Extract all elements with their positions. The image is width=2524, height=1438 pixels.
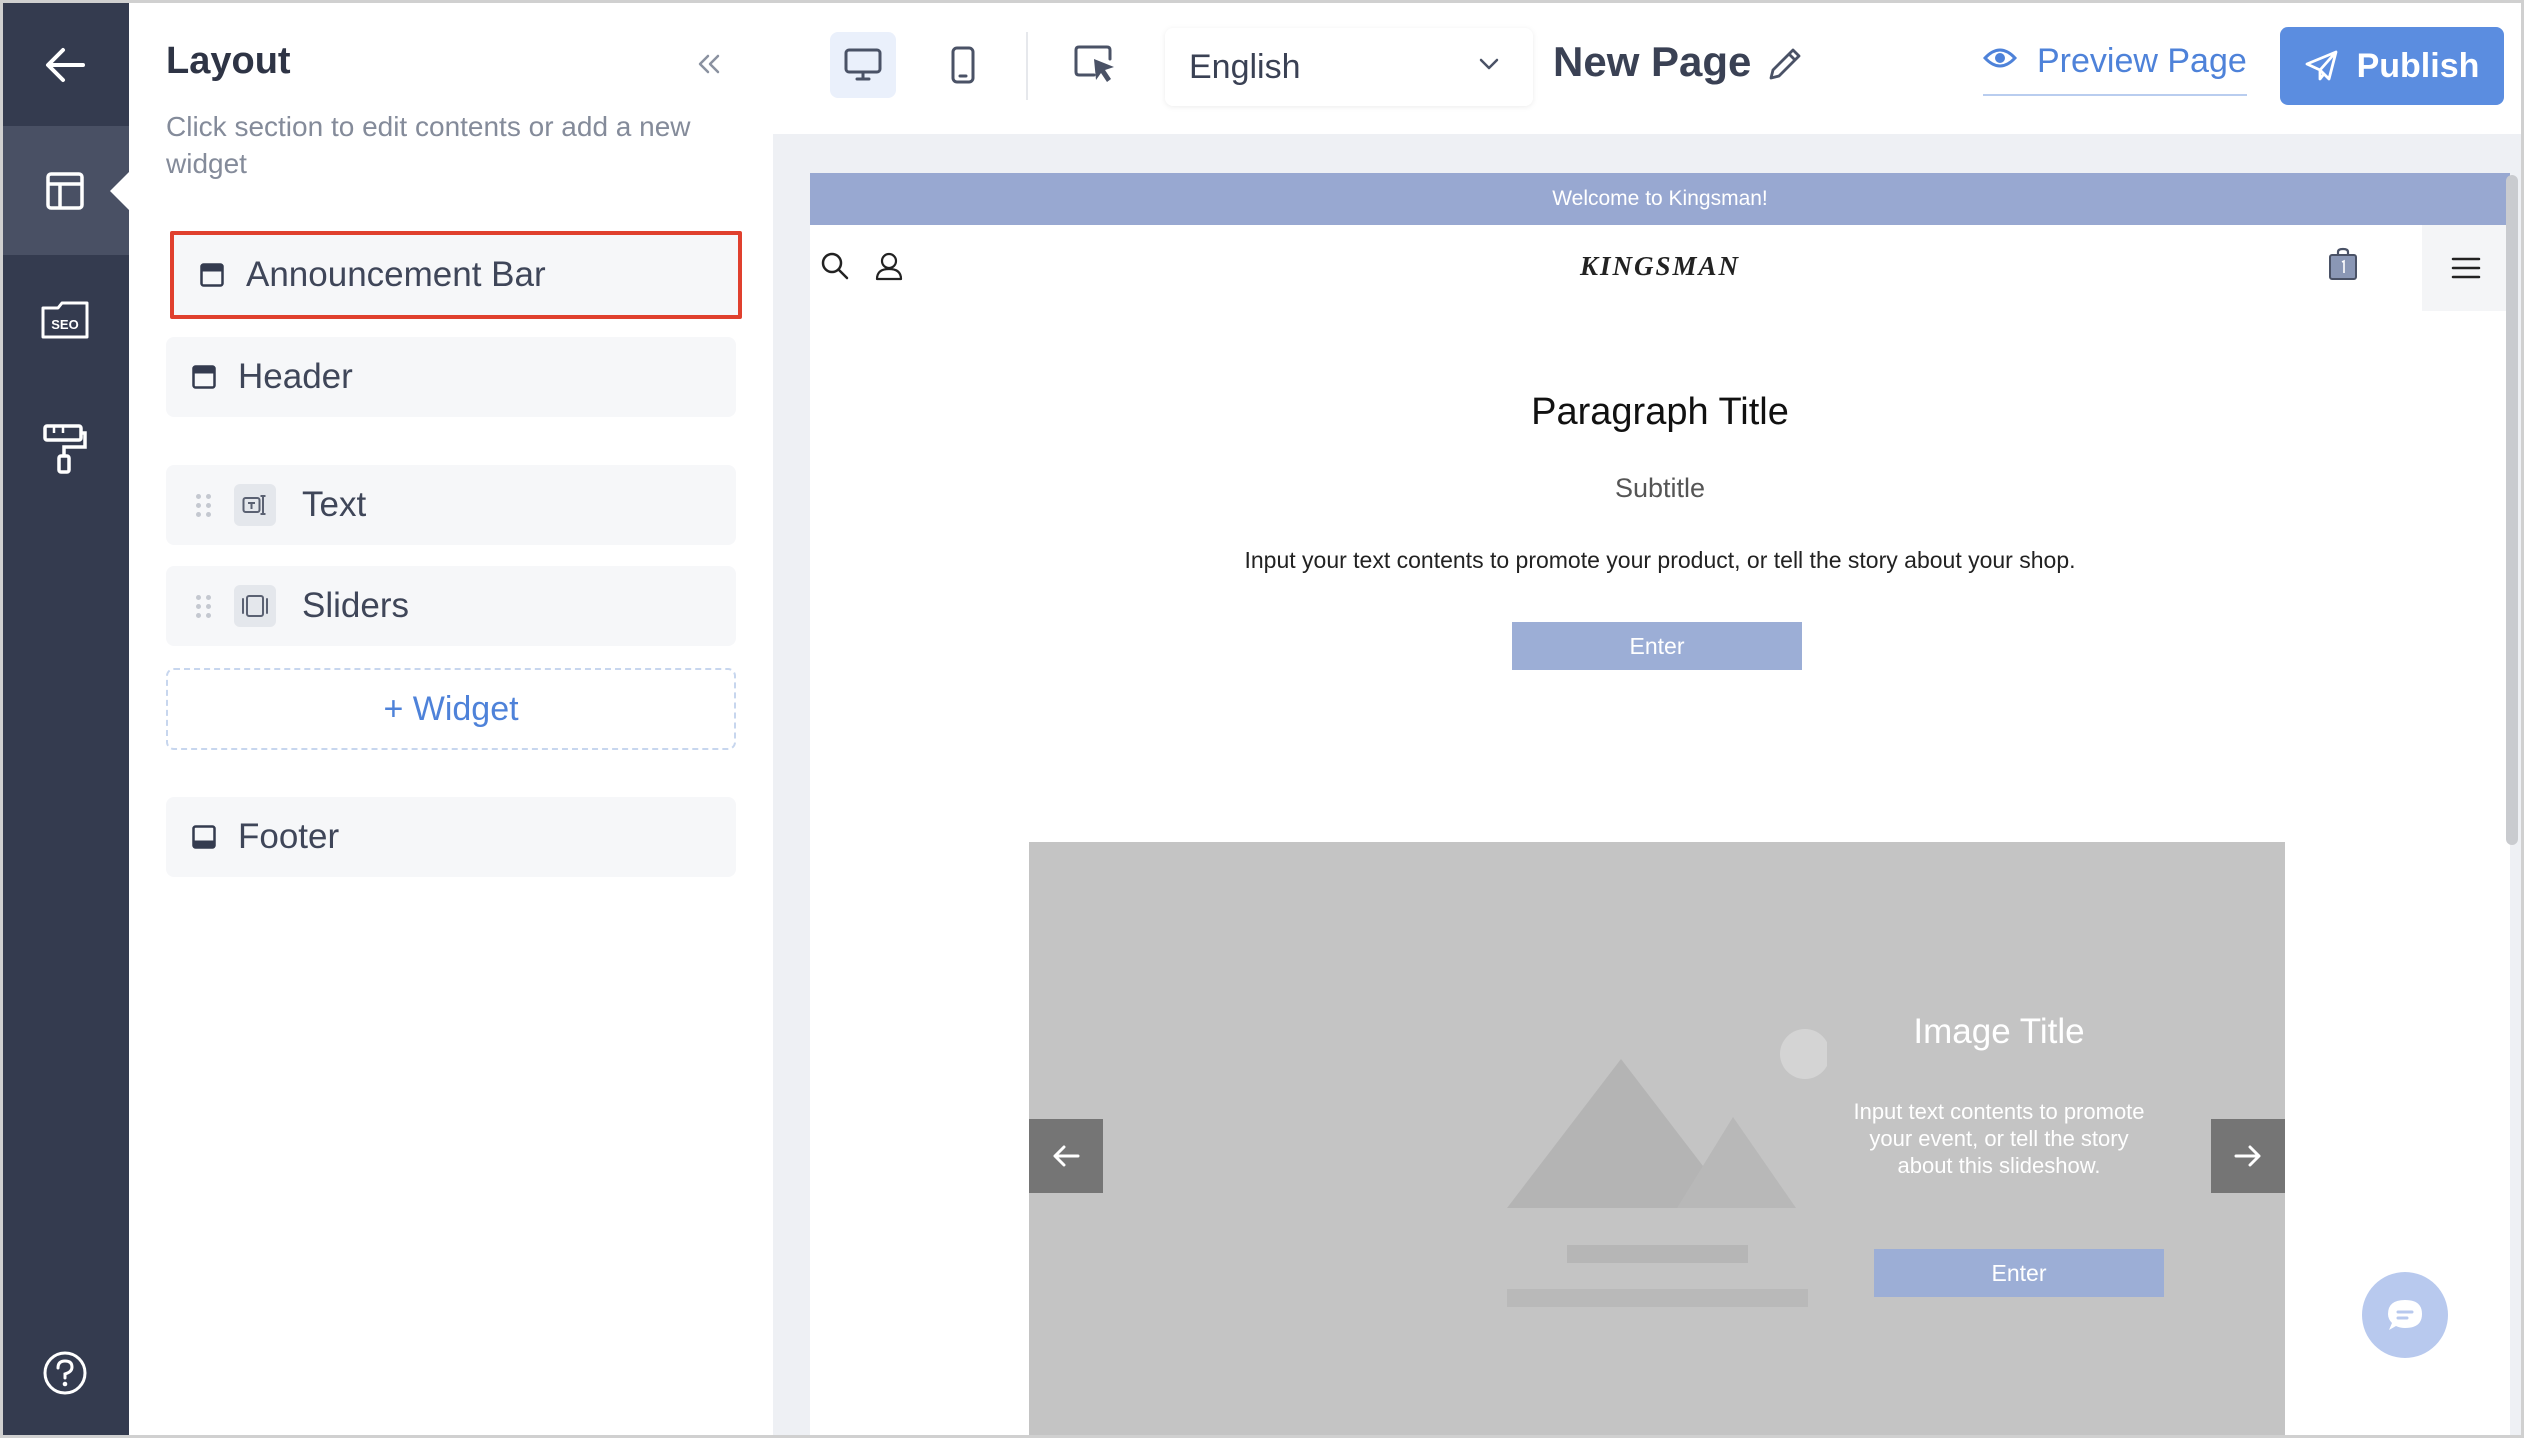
double-chevron-left-icon [698,54,720,74]
editor-canvas: Welcome to Kingsman! KINGSMAN Paragraph … [773,134,2524,1438]
slide-enter-button[interactable]: Enter [1874,1249,2164,1297]
announcement-bar[interactable]: Welcome to Kingsman! [810,173,2510,225]
chat-bubble-icon [2388,1300,2422,1330]
left-nav-rail: SEO [0,0,130,1438]
paragraph-subtitle[interactable]: Subtitle [810,473,2510,504]
section-bottom-icon [192,824,216,850]
seo-nav-button[interactable]: SEO [0,255,129,384]
preview-label: Preview Page [2037,42,2247,80]
slider-widget-icon [234,585,276,627]
back-button[interactable] [0,0,129,129]
mobile-view-button[interactable] [930,32,996,98]
seo-badge-text: SEO [51,317,78,332]
section-label: Header [238,357,353,396]
arrow-left-icon [1053,1145,1080,1167]
canvas-scrollbar[interactable] [2506,175,2518,845]
publish-label: Publish [2356,46,2480,85]
chevron-down-icon [1479,58,1499,70]
section-text[interactable]: Text [166,465,736,545]
panel-title: Layout [166,40,291,82]
section-announcement-bar[interactable]: Announcement Bar [170,231,742,319]
help-button[interactable] [0,1308,129,1437]
publish-button[interactable]: Publish [2280,27,2504,105]
section-sliders[interactable]: Sliders [166,566,736,646]
paint-roller-icon [42,423,87,474]
arrow-right-icon [2234,1145,2261,1167]
desktop-view-button[interactable] [830,32,896,98]
section-footer[interactable]: Footer [166,797,736,877]
image-placeholder-icon [1507,1029,1827,1307]
add-widget-button[interactable]: + Widget [166,668,736,750]
slide-prev-button[interactable] [1029,1119,1103,1193]
preview-page-link[interactable]: Preview Page [1983,42,2247,96]
section-label: Announcement Bar [246,255,546,294]
panel-description: Click section to edit contents or add a … [166,111,691,179]
help-icon [43,1351,86,1394]
cursor-select-icon [1074,45,1114,82]
drag-handle-icon[interactable] [196,493,212,517]
section-label: Sliders [302,586,409,625]
eye-icon [1983,48,2017,68]
pencil-icon [1769,48,1801,80]
desktop-icon [844,48,882,81]
site-cart-button[interactable] [2328,247,2358,286]
toolbar-divider [1026,32,1028,100]
mobile-icon [951,46,975,84]
slide-next-button[interactable] [2211,1119,2285,1193]
seo-icon: SEO [41,301,88,338]
site-preview: Welcome to Kingsman! KINGSMAN Paragraph … [810,173,2510,1438]
site-menu-button[interactable] [2422,225,2510,311]
section-label: Text [302,485,367,524]
section-top-icon [192,364,216,390]
paragraph-enter-button[interactable]: Enter [1512,622,1802,670]
slide-body[interactable]: Input text contents to promote your even… [1849,1098,2149,1179]
section-label: Footer [238,817,340,856]
theme-nav-button[interactable] [0,384,129,513]
collapse-panel-button[interactable] [689,44,729,84]
shopping-bag-icon [2329,247,2357,280]
text-widget-icon [234,484,276,526]
section-header[interactable]: Header [166,337,736,417]
chat-support-button[interactable] [2362,1272,2448,1358]
select-element-button[interactable] [1063,32,1129,98]
page-name: New Page [1553,38,1752,85]
edit-page-name-button[interactable] [1765,44,1805,89]
paragraph-body[interactable]: Input your text contents to promote your… [810,547,2510,574]
hamburger-menu-icon [2451,257,2481,279]
paragraph-title[interactable]: Paragraph Title [810,391,2510,434]
language-select[interactable]: English [1165,28,1533,106]
slide-title[interactable]: Image Title [1849,1012,2149,1052]
back-arrow-icon [45,47,85,82]
language-value: English [1189,47,1301,86]
drag-handle-icon[interactable] [196,594,212,618]
top-toolbar: English New Page Preview Page Publish [773,0,2524,134]
slider-section[interactable]: Image Title Input text contents to promo… [1029,842,2285,1438]
layout-nav-button[interactable] [0,126,130,255]
section-top-icon [200,262,224,288]
site-logo[interactable]: KINGSMAN [810,251,2510,282]
layout-panel: Layout Click section to edit contents or… [129,0,773,1438]
layout-icon [45,171,84,210]
send-icon [2305,50,2337,81]
